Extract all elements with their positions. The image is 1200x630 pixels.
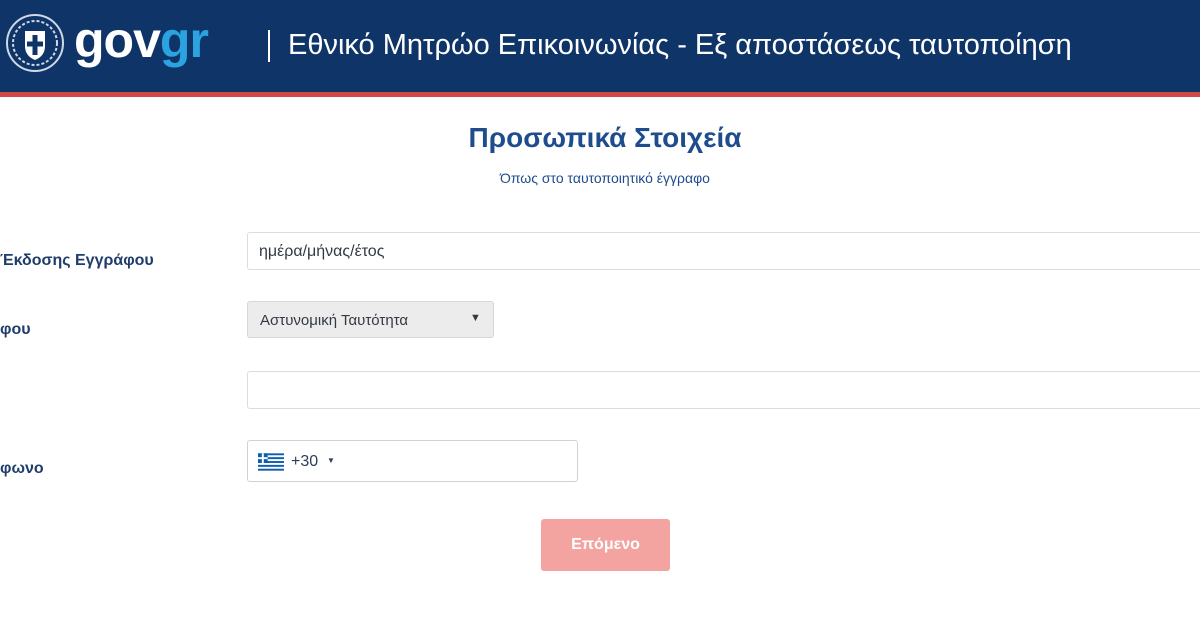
greece-flag-icon[interactable] [258, 453, 284, 471]
issue-date-placeholder: ημέρα/μήνας/έτος [259, 243, 385, 260]
site-header: govgr Εθνικό Μητρώο Επικοινωνίας - Εξ απ… [0, 0, 1200, 92]
govgr-logo[interactable]: govgr [74, 10, 209, 70]
page-title: Προσωπικά Στοιχεία [468, 122, 742, 153]
header-separator [268, 30, 270, 62]
brand-gov: gov [74, 12, 161, 68]
issue-date-input[interactable]: ημέρα/μήνας/έτος [247, 232, 1200, 270]
document-type-select[interactable]: Αστυνομική Ταυτότητα ▼ [247, 301, 494, 338]
header-stripe [0, 92, 1200, 97]
issue-date-label: Έκδοσης Εγγράφου [0, 252, 154, 269]
next-button[interactable]: Επόμενο [541, 519, 670, 571]
phone-input[interactable]: +30 ▼ [247, 440, 578, 482]
document-number-input[interactable] [247, 371, 1200, 409]
phone-label: φωνο [0, 460, 44, 477]
document-type-label: φου [0, 321, 31, 338]
brand-gr: gr [159, 12, 209, 68]
dropdown-arrow-icon: ▼ [470, 312, 481, 324]
dial-code[interactable]: +30 [291, 453, 318, 471]
hellenic-republic-emblem-icon[interactable] [6, 14, 64, 72]
page-subtitle: Όπως στο ταυτοποιητικό έγγραφο [500, 170, 710, 186]
document-type-value: Αστυνομική Ταυτότητα [260, 312, 409, 329]
dial-code-caret-icon[interactable]: ▼ [327, 456, 335, 465]
header-title: Εθνικό Μητρώο Επικοινωνίας - Εξ αποστάσε… [288, 29, 1072, 61]
